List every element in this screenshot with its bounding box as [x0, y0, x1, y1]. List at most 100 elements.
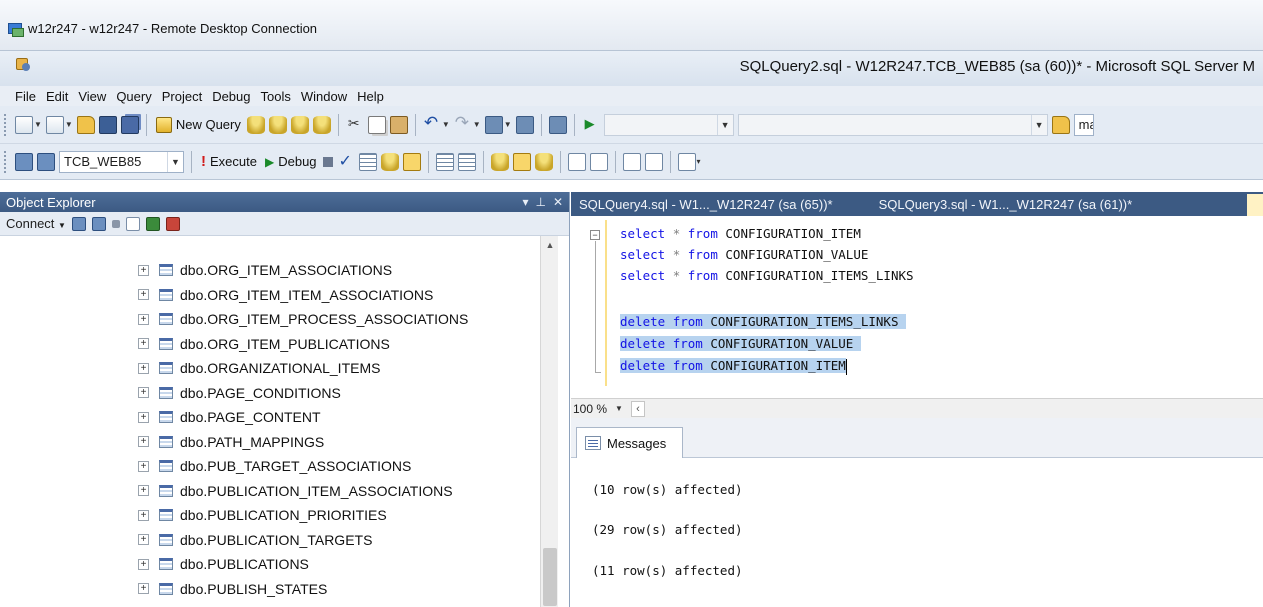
expand-icon[interactable]: +: [138, 289, 149, 301]
tree-node[interactable]: + dbo.PUBLICATION_TARGETS: [0, 528, 540, 553]
menu-query[interactable]: Query: [111, 89, 156, 104]
menu-project[interactable]: Project: [157, 89, 207, 104]
chevron-down-icon[interactable]: ▼: [615, 404, 627, 413]
uncomment-icon[interactable]: [589, 152, 608, 171]
object-explorer-scrollbar[interactable]: ▲: [540, 236, 558, 607]
save-all-icon[interactable]: [120, 115, 139, 134]
tree-node[interactable]: + dbo.PAGE_CONDITIONS: [0, 381, 540, 406]
expand-icon[interactable]: +: [138, 313, 149, 325]
zoom-level[interactable]: 100 %: [571, 402, 615, 416]
connect-button[interactable]: Connect ▼: [6, 216, 66, 231]
expand-icon[interactable]: +: [138, 583, 149, 595]
specify-template-values-icon[interactable]: [677, 152, 696, 171]
tree-node[interactable]: + dbo.PUBLICATION_ITEM_ASSOCIATIONS: [0, 479, 540, 504]
analysis-services-mdx-query-icon[interactable]: [268, 115, 287, 134]
tab-messages[interactable]: Messages: [576, 427, 683, 458]
tree-node[interactable]: + dbo.ORG_ITEM_PROCESS_ASSOCIATIONS: [0, 307, 540, 332]
activity-monitor-icon[interactable]: [165, 216, 180, 231]
execute-button[interactable]: ! Execute: [199, 153, 259, 170]
increase-indent-icon[interactable]: [644, 152, 663, 171]
results-to-file-icon[interactable]: [534, 152, 553, 171]
chevron-down-icon[interactable]: ▼: [504, 120, 512, 129]
activity-monitor-icon[interactable]: [548, 115, 567, 134]
find-in-files-combo[interactable]: ▼: [737, 113, 1048, 136]
menu-window[interactable]: Window: [296, 89, 352, 104]
menu-help[interactable]: Help: [352, 89, 389, 104]
comment-out-icon[interactable]: [567, 152, 586, 171]
menu-file[interactable]: File: [10, 89, 41, 104]
refresh-icon[interactable]: [145, 216, 160, 231]
expand-icon[interactable]: +: [138, 558, 149, 570]
find-in-files-icon[interactable]: [1051, 115, 1070, 134]
expand-icon[interactable]: +: [138, 387, 149, 399]
start-icon[interactable]: [582, 116, 600, 134]
expand-icon[interactable]: +: [138, 264, 149, 276]
tree-node[interactable]: + dbo.ORG_ITEM_ASSOCIATIONS: [0, 258, 540, 283]
cut-icon[interactable]: [346, 115, 364, 134]
tab-sqlquery2-active[interactable]: [1247, 194, 1263, 216]
menu-view[interactable]: View: [73, 89, 111, 104]
expand-icon[interactable]: +: [138, 411, 149, 423]
change-connection-icon[interactable]: [37, 152, 55, 171]
ssms-app-icon[interactable]: [14, 56, 30, 72]
navigate-backward-icon[interactable]: [484, 115, 503, 134]
chevron-down-icon[interactable]: ▼: [442, 120, 450, 129]
tree-node[interactable]: + dbo.PUBLISH_STATES: [0, 577, 540, 602]
tab-sqlquery4[interactable]: SQLQuery4.sql - W1..._W12R247 (sa (65))*: [571, 197, 841, 212]
expand-icon[interactable]: +: [138, 436, 149, 448]
scrollbar-thumb[interactable]: [543, 548, 557, 606]
new-project-icon[interactable]: [15, 115, 33, 134]
connect-object-icon[interactable]: [71, 216, 86, 231]
expand-icon[interactable]: +: [138, 534, 149, 546]
tree-node[interactable]: + dbo.PUBLICATIONS: [0, 552, 540, 577]
tree-node[interactable]: + dbo.PUBLICATION_PRIORITIES: [0, 503, 540, 528]
filter-icon[interactable]: [125, 216, 140, 231]
expand-icon[interactable]: +: [138, 485, 149, 497]
find-input[interactable]: ma: [1073, 113, 1094, 136]
paste-icon[interactable]: [389, 115, 408, 134]
available-databases-combo[interactable]: TCB_WEB85 ▼: [59, 150, 184, 173]
expand-icon[interactable]: +: [138, 362, 149, 374]
tree-node[interactable]: + dbo.ORGANIZATIONAL_ITEMS: [0, 356, 540, 381]
tree-node[interactable]: + dbo.ORG_ITEM_ITEM_ASSOCIATIONS: [0, 283, 540, 308]
disconnect-icon[interactable]: [91, 216, 106, 231]
results-to-grid-icon[interactable]: [512, 152, 531, 171]
chevron-down-icon[interactable]: ▼: [34, 120, 42, 129]
query-designer-icon[interactable]: [380, 152, 399, 171]
solution-configurations-combo[interactable]: ▼: [603, 113, 734, 136]
results-to-text-icon[interactable]: [490, 152, 509, 171]
collapse-region-icon[interactable]: −: [590, 230, 600, 240]
client-statistics-icon[interactable]: [457, 152, 476, 171]
new-query-button[interactable]: New Query: [154, 116, 243, 133]
parse-icon[interactable]: [337, 151, 355, 171]
expand-icon[interactable]: +: [138, 460, 149, 472]
add-item-icon[interactable]: [45, 115, 64, 134]
chevron-down-icon[interactable]: ▼: [473, 120, 481, 129]
tab-sqlquery3[interactable]: SQLQuery3.sql - W1..._W12R247 (sa (61))*: [871, 197, 1141, 212]
expand-icon[interactable]: +: [138, 338, 149, 350]
analysis-services-dmx-query-icon[interactable]: [290, 115, 309, 134]
chevron-down-icon[interactable]: ▾: [522, 195, 528, 209]
pin-icon[interactable]: ⊥: [535, 195, 545, 209]
tree-node[interactable]: + dbo.PATH_MAPPINGS: [0, 430, 540, 455]
copy-icon[interactable]: [367, 115, 386, 134]
connect-icon[interactable]: [15, 152, 33, 171]
debug-button[interactable]: ▶ Debug: [263, 154, 319, 169]
tree-node[interactable]: + dbo.PUB_TARGET_ASSOCIATIONS: [0, 454, 540, 479]
tree-node[interactable]: + dbo.PAGE_CONTENT: [0, 405, 540, 430]
stop-icon[interactable]: [111, 219, 120, 228]
open-file-icon[interactable]: [76, 115, 95, 134]
navigate-forward-icon[interactable]: [515, 115, 534, 134]
include-actual-plan-icon[interactable]: [435, 152, 454, 171]
toolbar-grip[interactable]: [4, 113, 8, 136]
display-estimated-plan-icon[interactable]: [358, 152, 377, 171]
chevron-down-icon[interactable]: ▾: [697, 157, 701, 166]
analysis-services-xmla-query-icon[interactable]: [312, 115, 331, 134]
undo-icon[interactable]: [423, 113, 441, 134]
menu-debug[interactable]: Debug: [207, 89, 255, 104]
expand-icon[interactable]: +: [138, 509, 149, 521]
menu-edit[interactable]: Edit: [41, 89, 73, 104]
query-editor[interactable]: − select * from CONFIGURATION_ITEM selec…: [571, 216, 1263, 398]
toolbar-grip[interactable]: [4, 150, 8, 173]
decrease-indent-icon[interactable]: [622, 152, 641, 171]
